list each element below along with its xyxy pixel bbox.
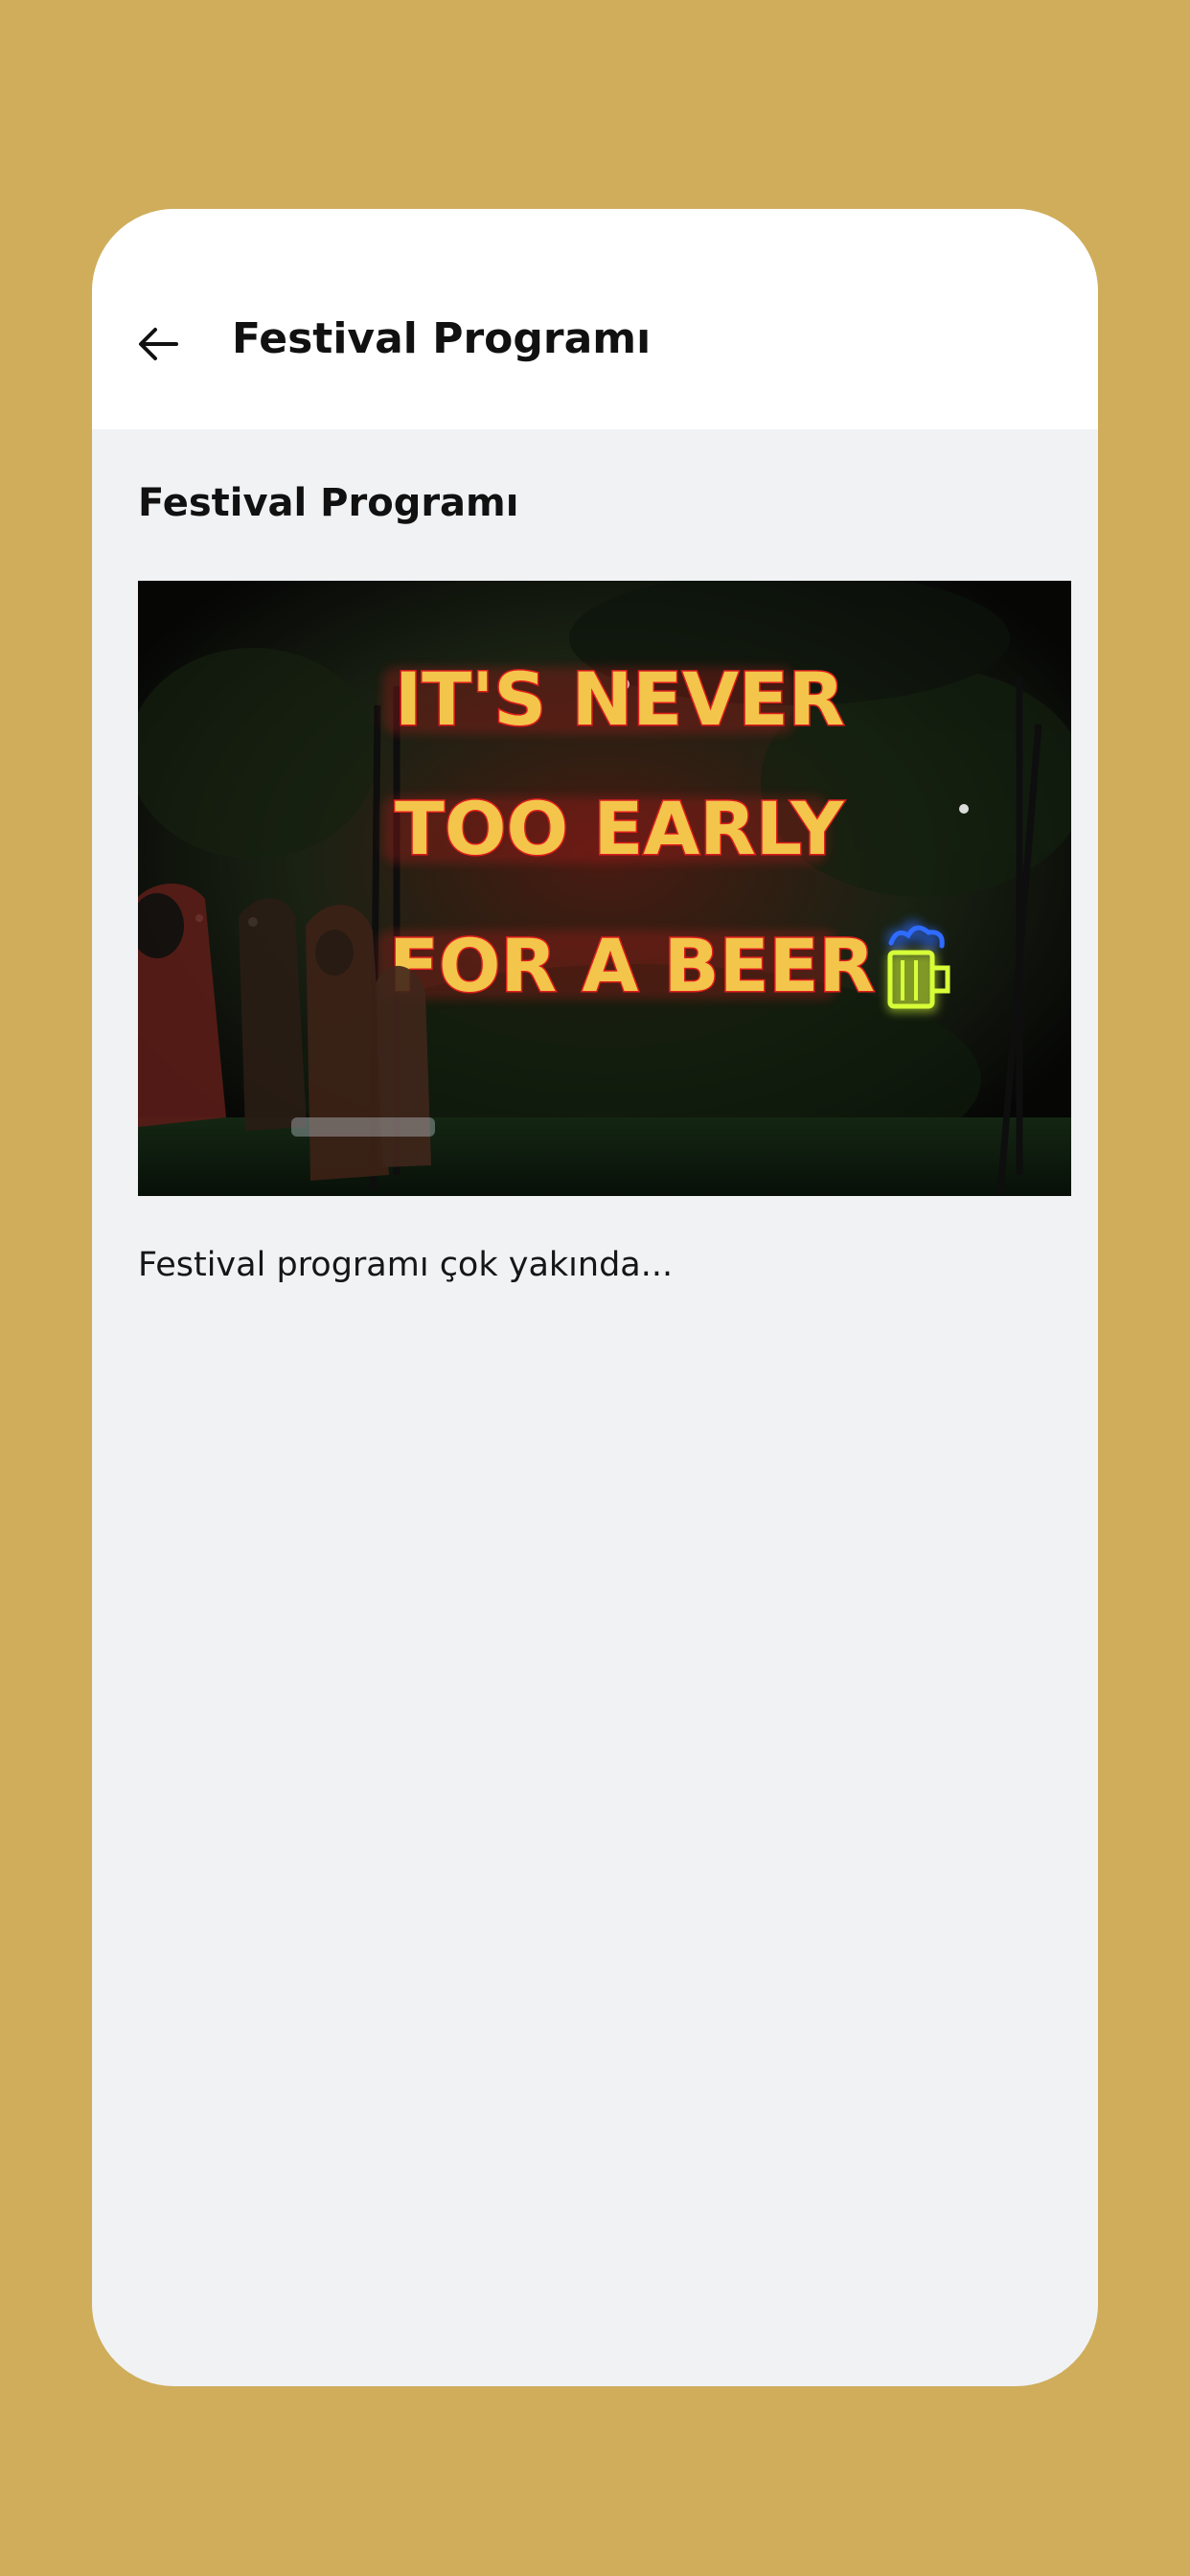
festival-program-message: Festival programı çok yakında... [138, 1246, 674, 1284]
page-title: Festival Programı [232, 314, 652, 363]
hero-line-2: TOO EARLY [395, 786, 844, 871]
section-title: Festival Programı [138, 481, 519, 525]
arrow-left-icon[interactable] [134, 320, 182, 368]
hero-line-1: IT'S NEVER [395, 656, 844, 742]
festival-hero-image: IT'S NEVER TOO EARLY FOR A BEER [138, 581, 1071, 1196]
app-screen: Festival Programı Festival Programı IT'S… [92, 209, 1098, 2386]
hero-line-3: FOR A BEER [389, 923, 875, 1008]
top-app-bar: Festival Programı [92, 209, 1098, 429]
